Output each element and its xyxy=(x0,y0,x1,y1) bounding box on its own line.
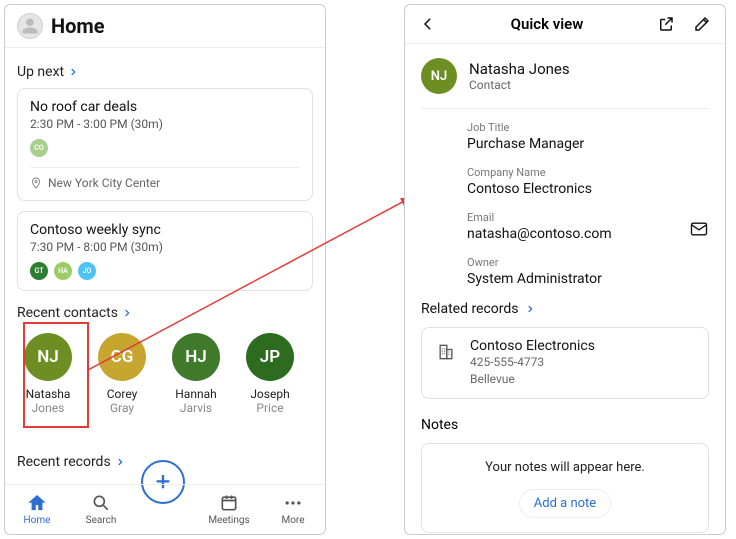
contact-joseph-price[interactable]: JP Joseph Price xyxy=(241,333,299,416)
quick-view-title: Quick view xyxy=(511,15,584,33)
chevron-right-icon xyxy=(115,457,125,467)
recent-contacts-link[interactable]: Recent contacts xyxy=(17,305,313,321)
contact-type: Contact xyxy=(469,78,570,92)
chevron-right-icon xyxy=(68,67,78,77)
related-record-card[interactable]: Contoso Electronics 425-555-4773 Bellevu… xyxy=(421,327,709,399)
attendee-avatar: GT xyxy=(30,262,48,280)
related-records-link[interactable]: Related records xyxy=(421,301,709,317)
attendee-avatar: JO xyxy=(78,262,96,280)
chevron-right-icon xyxy=(122,308,132,318)
related-phone: 425-555-4773 xyxy=(470,354,595,371)
event-attendees: GT HA JO xyxy=(30,262,300,280)
event-card[interactable]: No roof car deals 2:30 PM - 3:00 PM (30m… xyxy=(17,88,313,201)
contact-natasha-jones[interactable]: NJ Natasha Jones xyxy=(19,333,77,416)
event-title: No roof car deals xyxy=(30,99,300,115)
field-company: Company Name Contoso Electronics xyxy=(467,166,709,197)
nav-meetings[interactable]: Meetings xyxy=(204,493,254,526)
notes-section-title: Notes xyxy=(421,417,709,433)
chevron-right-icon xyxy=(525,304,535,314)
up-next-link[interactable]: Up next xyxy=(17,64,313,80)
field-owner: Owner System Administrator xyxy=(467,256,709,287)
related-city: Bellevue xyxy=(470,371,595,388)
attendee-avatar: CO xyxy=(30,139,48,157)
location-pin-icon xyxy=(30,177,42,189)
event-time: 7:30 PM - 8:00 PM (30m) xyxy=(30,240,300,254)
recent-records-link[interactable]: Recent records xyxy=(17,454,125,470)
contact-name: Natasha Jones xyxy=(469,60,570,78)
divider xyxy=(421,108,709,109)
home-header: Home xyxy=(5,5,325,48)
open-external-icon[interactable] xyxy=(657,15,675,33)
quick-view-screen: Quick view NJ Natasha Jones Contact Job … xyxy=(404,4,726,535)
notes-card: Your notes will appear here. Add a note xyxy=(421,443,709,533)
related-name: Contoso Electronics xyxy=(470,338,595,354)
edit-icon[interactable] xyxy=(693,15,711,33)
quick-view-header: Quick view xyxy=(405,5,725,44)
event-attendees: CO xyxy=(30,139,300,157)
back-button[interactable] xyxy=(419,15,437,33)
contact-hannah-jarvis[interactable]: HJ Hannah Jarvis xyxy=(167,333,225,416)
nav-home[interactable]: Home xyxy=(12,493,62,526)
home-screen: Home Up next No roof car deals 2:30 PM -… xyxy=(4,4,326,535)
add-note-button[interactable]: Add a note xyxy=(519,489,611,518)
event-location: New York City Center xyxy=(30,167,300,190)
recent-contacts-row: NJ Natasha Jones CG Corey Gray HJ Hannah… xyxy=(17,329,313,422)
event-time: 2:30 PM - 3:00 PM (30m) xyxy=(30,117,300,131)
nav-more[interactable]: More xyxy=(268,493,318,526)
field-email: Email natasha@contoso.com xyxy=(467,211,709,242)
contact-identity: NJ Natasha Jones Contact xyxy=(421,58,709,94)
quick-view-body: NJ Natasha Jones Contact Job Title Purch… xyxy=(405,44,725,534)
notes-empty-text: Your notes will appear here. xyxy=(434,460,696,475)
attendee-avatar: HA xyxy=(54,262,72,280)
contact-corey-gray[interactable]: CG Corey Gray xyxy=(93,333,151,416)
contact-avatar: NJ xyxy=(421,58,457,94)
event-title: Contoso weekly sync xyxy=(30,222,300,238)
field-job-title: Job Title Purchase Manager xyxy=(467,121,709,152)
building-icon xyxy=(434,340,458,364)
self-avatar-icon[interactable] xyxy=(17,13,43,39)
bottom-nav: Home Search . Meetings More xyxy=(5,484,325,534)
event-card[interactable]: Contoso weekly sync 7:30 PM - 8:00 PM (3… xyxy=(17,211,313,291)
nav-search[interactable]: Search xyxy=(76,493,126,526)
page-title: Home xyxy=(51,14,105,38)
mail-icon[interactable] xyxy=(689,219,709,239)
home-body: Up next No roof car deals 2:30 PM - 3:00… xyxy=(5,48,325,484)
